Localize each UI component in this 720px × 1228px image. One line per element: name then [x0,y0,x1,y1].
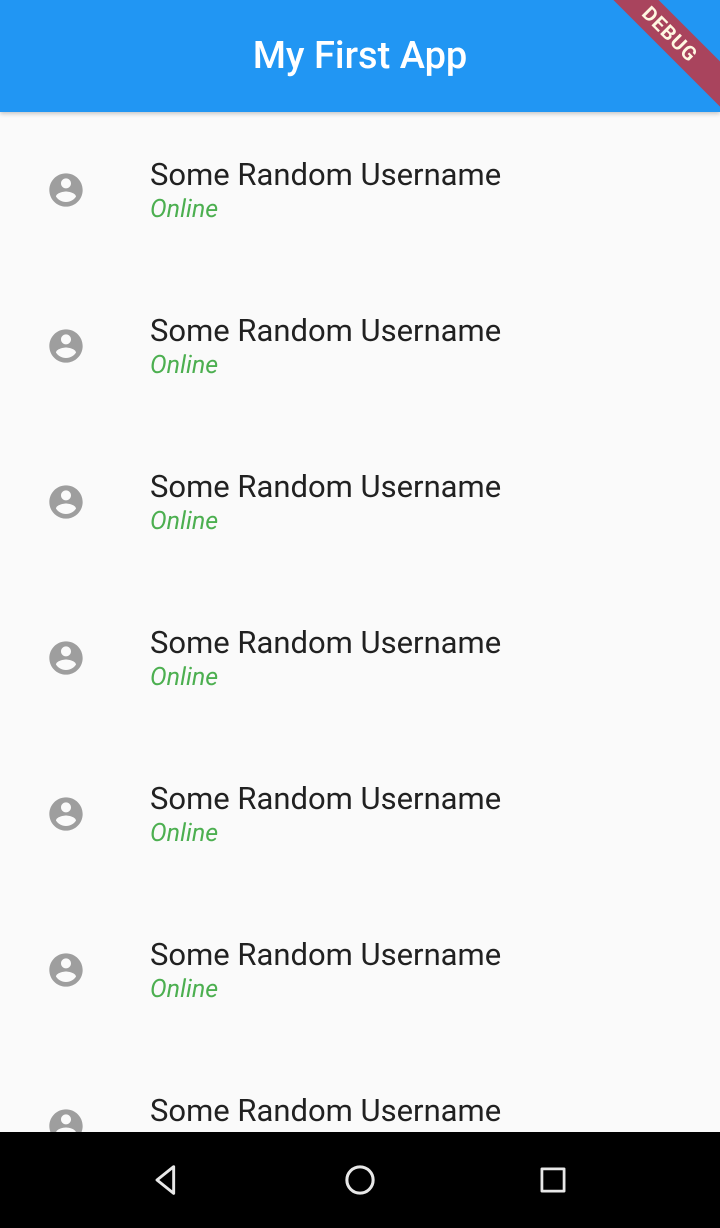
status-label: Online [150,195,501,224]
status-label: Online [150,663,501,692]
app-title: My First App [253,34,468,78]
list-item[interactable]: Some Random Username Online [0,736,720,892]
username-label: Some Random Username [150,156,501,193]
status-label: Online [150,819,501,848]
app-bar: My First App [0,0,720,112]
username-label: Some Random Username [150,780,501,817]
list-item[interactable]: Some Random Username Online [0,424,720,580]
avatar-icon [46,794,86,834]
list-item[interactable]: Some Random Username Online [0,892,720,1048]
username-label: Some Random Username [150,936,501,973]
username-label: Some Random Username [150,624,501,661]
status-label: Online [150,507,501,536]
avatar-icon [46,950,86,990]
list-item[interactable]: Some Random Username Online [0,268,720,424]
avatar-icon [46,638,86,678]
android-nav-bar [0,1132,720,1228]
nav-back-button[interactable] [143,1156,191,1204]
avatar-icon [46,170,86,210]
nav-recents-button[interactable] [529,1156,577,1204]
avatar-icon [46,326,86,366]
username-label: Some Random Username [150,468,501,505]
username-label: Some Random Username [150,312,501,349]
avatar-icon [46,1106,86,1132]
avatar-icon [46,482,86,522]
status-label: Online [150,975,501,1004]
nav-home-button[interactable] [336,1156,384,1204]
user-list: Some Random Username Online Some Random … [0,112,720,1132]
list-item[interactable]: Some Random Username Online [0,112,720,268]
username-label: Some Random Username [150,1092,501,1129]
status-label: Online [150,351,501,380]
list-item[interactable]: Some Random Username Online [0,580,720,736]
list-item[interactable]: Some Random Username Online [0,1048,720,1132]
